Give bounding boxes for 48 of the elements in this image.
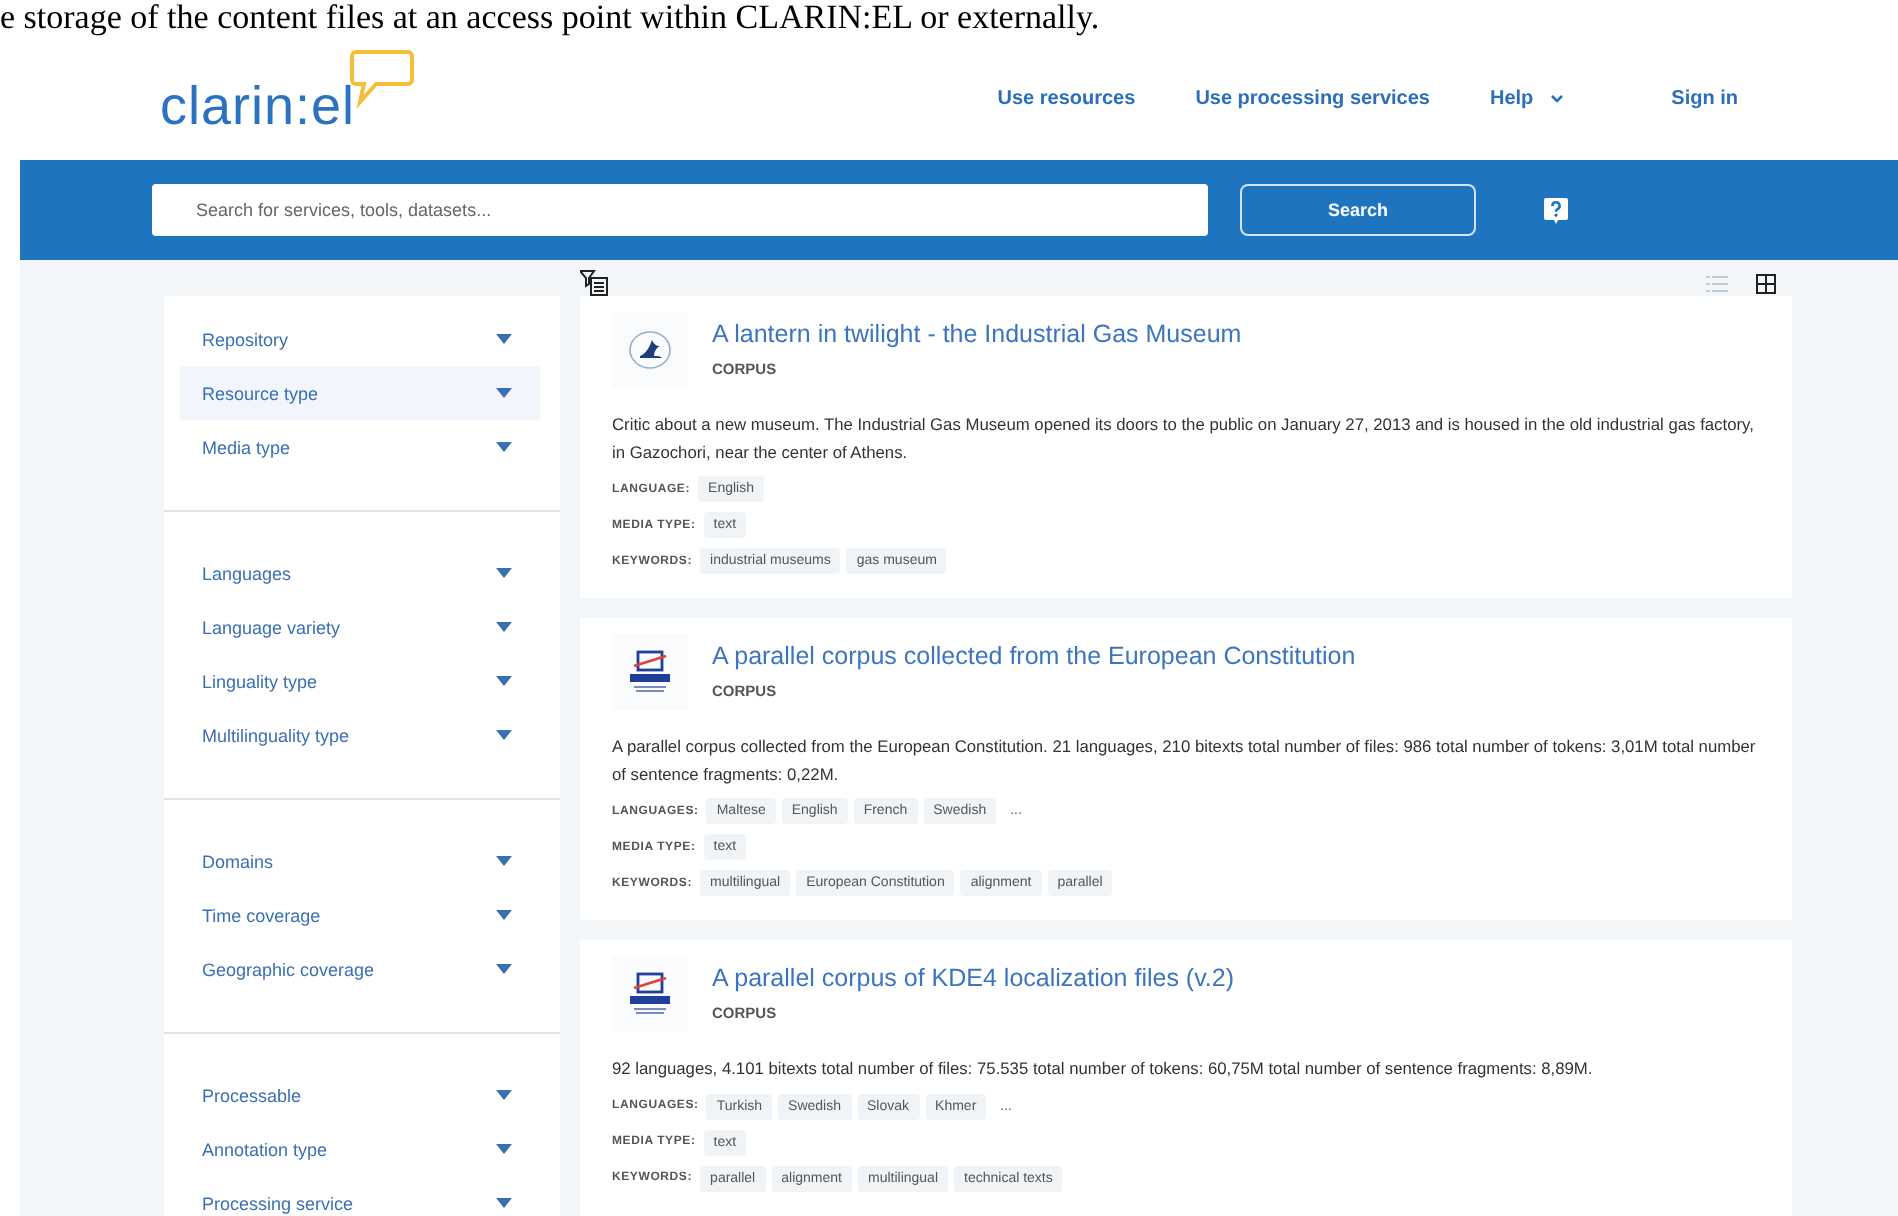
filter-item[interactable]: Language variety — [180, 600, 540, 654]
chevron-icon — [1549, 93, 1564, 103]
emblem-icon — [628, 330, 672, 370]
institute-logo-icon — [626, 648, 674, 696]
result-title[interactable]: A parallel corpus collected from the European Constitution — [712, 642, 1356, 670]
caret-icon — [496, 334, 512, 344]
caret-icon — [496, 964, 512, 974]
filter-list-icon[interactable] — [580, 270, 608, 296]
result-description: Critic about a new museum. The Industrial Gas Museum opened its doors to the public on January 27, 2013 and is housed in the old industrial gas factory, in Gazochori, near the center of Athens. — [612, 412, 1756, 465]
nav-link[interactable]: Use resources — [997, 87, 1136, 109]
nav-link[interactable]: Sign in — [1671, 87, 1738, 109]
help-menu[interactable]: Help — [1489, 87, 1564, 109]
filter-item[interactable]: Multilinguality type — [180, 708, 540, 762]
filter-item[interactable]: Annotation type — [180, 1122, 540, 1176]
result-description: A parallel corpus collected from the European Constitution. 21 languages, 210 bitexts total number of files: 986 total number of tokens: 3,01M total number of sentence fragments: 0,22M. — [612, 734, 1758, 788]
caret-icon — [496, 1144, 512, 1154]
institute-logo-icon — [626, 970, 674, 1018]
caret-icon — [496, 388, 512, 398]
help-icon[interactable] — [1544, 197, 1568, 223]
caret-icon — [496, 910, 512, 920]
caret-icon — [496, 622, 512, 632]
caret-icon — [496, 856, 512, 866]
nav-link[interactable]: Use processing services — [1195, 87, 1430, 109]
search-button[interactable]: Search — [1240, 184, 1476, 236]
caret-icon — [496, 442, 512, 452]
caret-icon — [496, 730, 512, 740]
site-logo[interactable]: clarin:el — [160, 75, 356, 137]
filter-item[interactable]: Repository — [180, 312, 540, 366]
caret-icon — [496, 1090, 512, 1100]
document-text: e storage of the content files at an access point within CLARIN:EL or externally. — [0, 0, 1100, 36]
filter-item[interactable]: Languages — [180, 546, 540, 600]
filter-item[interactable]: Time coverage — [180, 888, 540, 942]
result-title[interactable]: A lantern in twilight - the Industrial Gas Museum — [712, 320, 1242, 348]
filter-item[interactable]: Domains — [180, 834, 540, 888]
filter-item[interactable]: Processing service — [180, 1176, 540, 1216]
result-title[interactable]: A parallel corpus of KDE4 localization files (v.2) — [712, 964, 1234, 992]
result-description: 92 languages, 4.101 bitexts total number of files: 75.535 total number of tokens: 60,75M total number of sentence fragments: 8,89M. — [612, 1056, 1595, 1082]
filter-item[interactable]: Resource type — [180, 366, 540, 420]
grid-view-icon[interactable] — [1756, 273, 1776, 293]
caret-icon — [496, 676, 512, 686]
search-field[interactable]: Search for services, tools, datasets... — [152, 184, 1208, 236]
filter-item[interactable]: Linguality type — [180, 654, 540, 708]
filter-item[interactable]: Processable — [180, 1068, 540, 1122]
caret-icon — [496, 568, 512, 578]
caret-icon — [496, 1198, 512, 1208]
speech-bubble-icon — [347, 47, 416, 107]
filter-item[interactable]: Media type — [180, 420, 540, 474]
filter-item[interactable]: Geographic coverage — [180, 942, 540, 996]
